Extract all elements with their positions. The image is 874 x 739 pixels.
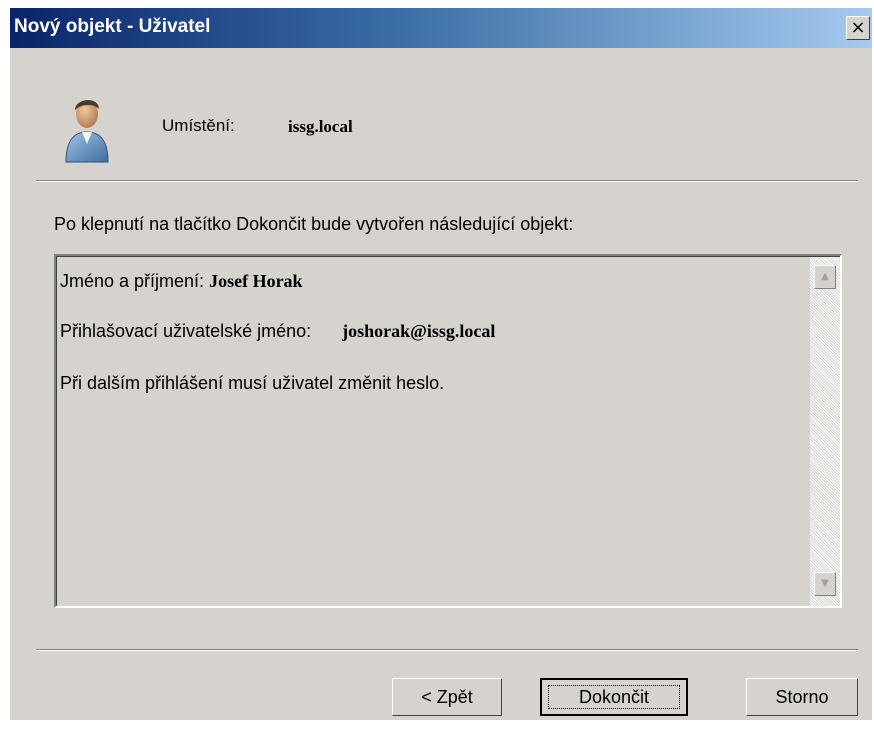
arrow-down-icon: ▼ [821,578,829,589]
logon-name-value: joshorak@issg.local [342,321,496,341]
scroll-up-button[interactable]: ▲ [814,265,836,289]
location-label: Umístění: [162,116,235,135]
full-name-value: Josef Horak [209,271,303,291]
new-user-dialog: Nový objekt - Uživatel × Umístění: issg.… [10,8,872,720]
top-separator [36,180,858,182]
password-note-line: Při dalším přihlášení musí uživatel změn… [60,373,444,394]
user-icon [65,100,109,163]
close-icon: × [850,17,866,38]
password-note: Při dalším přihlášení musí uživatel změn… [60,373,445,393]
window-title: Nový objekt - Uživatel [14,16,211,37]
cancel-button[interactable]: Storno [746,678,858,716]
full-name-label: Jméno a příjmení: [60,271,205,291]
finish-button-label: Dokončit [548,685,680,709]
bottom-separator [36,649,858,651]
full-name-line: Jméno a příjmení: Josef Horak [60,271,303,292]
title-bar[interactable]: Nový objekt - Uživatel × [10,8,872,48]
vertical-scrollbar[interactable]: ▲ ▼ [810,257,840,606]
summary-content: Jméno a příjmení: Josef Horak Přihlašova… [56,256,840,606]
logon-name-label: Přihlašovací uživatelské jméno: [60,321,312,341]
back-button[interactable]: < Zpět [392,678,502,716]
intro-text: Po klepnutí na tlačítko Dokončit bude vy… [54,214,574,234]
location-value: issg.local [288,117,353,136]
finish-button[interactable]: Dokončit [540,678,688,716]
summary-textbox[interactable]: Jméno a příjmení: Josef Horak Přihlašova… [54,254,842,608]
arrow-up-icon: ▲ [821,271,829,282]
scroll-down-button[interactable]: ▼ [814,572,836,596]
logon-name-line: Přihlašovací uživatelské jméno: joshorak… [60,321,495,342]
close-button[interactable]: × [846,16,870,40]
